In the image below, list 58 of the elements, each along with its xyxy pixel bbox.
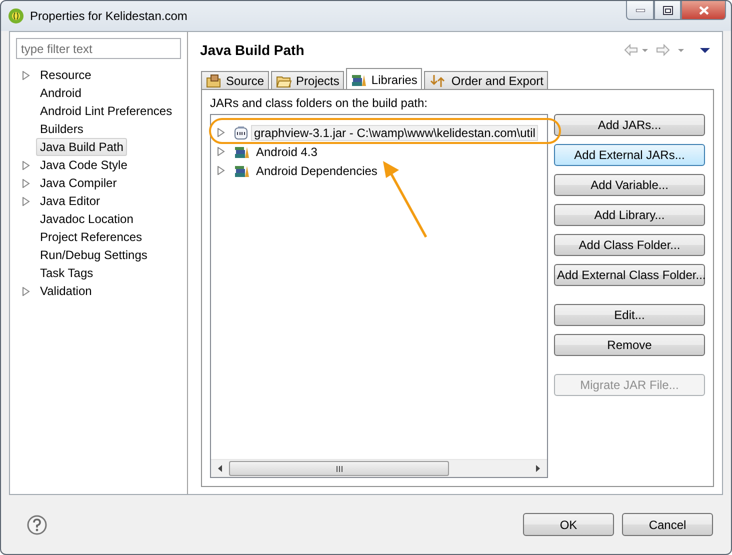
list-label: JARs and class folders on the build path:	[210, 96, 428, 110]
up-down-arrows-icon	[429, 74, 448, 88]
horizontal-scrollbar[interactable]	[211, 459, 547, 477]
tree-item[interactable]: Resource	[36, 66, 96, 84]
tree-item[interactable]: Run/Debug Settings	[36, 246, 152, 264]
folder-icon	[276, 74, 292, 88]
scroll-thumb[interactable]	[229, 461, 449, 476]
grip-icon	[336, 466, 342, 472]
window-title: Properties for Kelidestan.com	[30, 9, 188, 23]
action-button[interactable]: Add Class Folder...	[554, 234, 705, 256]
action-button[interactable]: Remove	[554, 334, 705, 356]
filter-field[interactable]: type filter text	[16, 38, 181, 59]
tree-item[interactable]: Javadoc Location	[36, 210, 138, 228]
list-item[interactable]: graphview-3.1.jar - C:\wamp\www\kelidestan.com\util	[251, 124, 538, 140]
tree-item[interactable]: Task Tags	[36, 264, 98, 282]
minimize-button[interactable]	[626, 1, 654, 20]
maximize-button[interactable]	[654, 1, 681, 20]
tree-item[interactable]: Java Code Style	[36, 156, 132, 174]
expand-icon[interactable]	[22, 70, 30, 80]
tab[interactable]: Libraries	[346, 68, 422, 90]
tree-item[interactable]: Java Editor	[36, 192, 104, 210]
tree-item[interactable]: Validation	[36, 282, 96, 300]
tab[interactable]: Projects	[271, 71, 344, 90]
close-icon	[698, 6, 708, 14]
action-button[interactable]: Add Library...	[554, 204, 705, 226]
tab[interactable]: Order and Export	[424, 71, 548, 90]
tree-item[interactable]: Android	[36, 84, 86, 102]
action-button[interactable]: Add JARs...	[554, 114, 705, 136]
dialog-button[interactable]: Cancel	[622, 513, 713, 536]
dialog-button[interactable]: OK	[523, 513, 614, 536]
action-button[interactable]: Add Variable...	[554, 174, 705, 196]
books-icon	[234, 164, 250, 178]
maximize-icon	[662, 6, 672, 14]
app-icon	[8, 8, 24, 24]
navigation-icons[interactable]	[624, 44, 712, 56]
action-button[interactable]: Edit...	[554, 304, 705, 326]
tree-item[interactable]: Project References	[36, 228, 146, 246]
list-item[interactable]: Android 4.3	[253, 144, 320, 160]
expand-icon[interactable]	[217, 166, 225, 175]
books-icon	[234, 144, 250, 158]
tree-item[interactable]: Android Lint Preferences	[36, 102, 176, 120]
expand-icon[interactable]	[217, 147, 225, 156]
list-item[interactable]: Android Dependencies	[253, 162, 380, 178]
action-button[interactable]: Add External Class Folder...	[554, 264, 705, 286]
tree-item[interactable]: Builders	[36, 120, 88, 138]
action-button[interactable]: Add External JARs...	[554, 144, 705, 166]
expand-icon[interactable]	[217, 128, 225, 137]
tree-item[interactable]: Java Compiler	[36, 174, 121, 192]
minimize-icon	[636, 8, 644, 12]
expand-icon[interactable]	[22, 286, 30, 296]
help-icon[interactable]	[27, 514, 47, 534]
package-folder-icon	[206, 74, 222, 88]
jar-icon	[234, 126, 248, 140]
page-title: Java Build Path	[200, 42, 306, 58]
tab[interactable]: Source	[201, 71, 270, 90]
books-icon	[351, 72, 368, 86]
close-button[interactable]	[681, 1, 726, 20]
tree-item[interactable]: Java Build Path	[36, 138, 128, 156]
